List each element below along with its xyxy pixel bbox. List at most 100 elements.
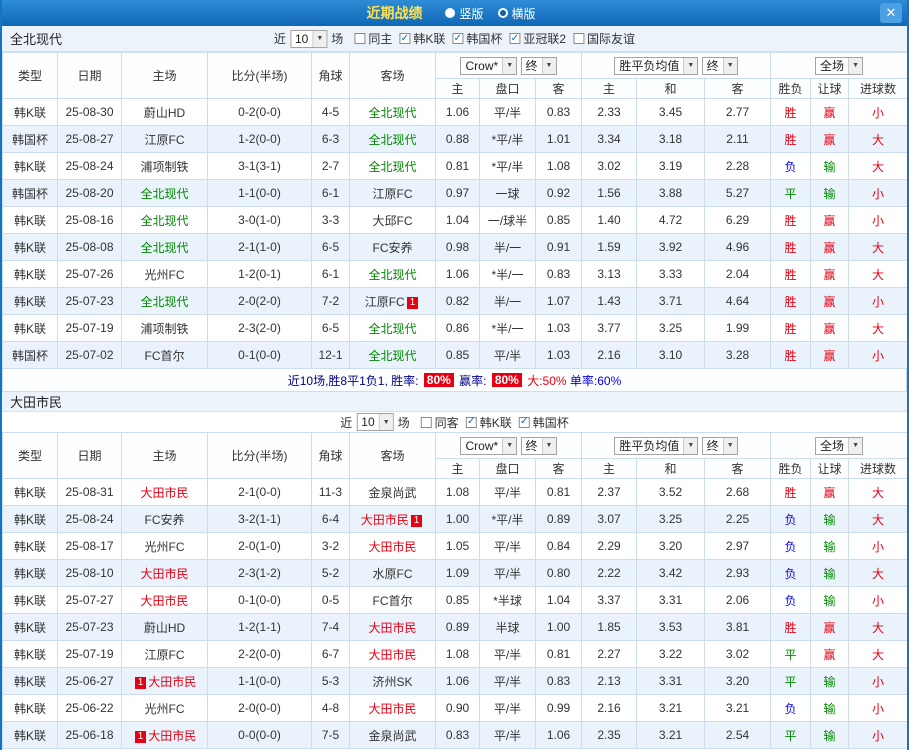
asian-home-odds-cell: 1.06	[435, 260, 480, 288]
filter-checkbox[interactable]: 国际友谊	[573, 30, 635, 47]
home-team-cell: 大田市民	[121, 586, 208, 614]
match-rows-jeonbuk: 韩K联 25-08-30 蔚山HD 0-2(0-0) 4-5 全北现代 1.06 平/半 0.8…	[2, 98, 907, 369]
result-goals-cell: 大	[848, 314, 907, 342]
filter-checkbox[interactable]: ✓ 韩K联	[399, 30, 445, 47]
away-team-name: 全北现代	[368, 132, 417, 147]
subheader-euro-away: 客	[703, 458, 772, 479]
league-type-cell: 韩K联	[2, 478, 58, 506]
filter-checkbox[interactable]: ✓ 韩K联	[465, 414, 512, 431]
col-header-away: 客场	[349, 432, 436, 479]
asian-stage-dropdown[interactable]: 终 ▼	[520, 56, 557, 75]
bookmaker-dropdown[interactable]: Crow* ▼	[460, 436, 518, 455]
subheader-asian-away: 客	[535, 78, 582, 99]
layout-radio-horizontal[interactable]: 横版	[497, 5, 536, 22]
col-header-home: 主场	[121, 432, 208, 479]
euro-home-odds-cell: 2.35	[581, 721, 637, 749]
asian-home-odds-cell: 0.90	[435, 694, 480, 722]
average-odds-dropdown[interactable]: 胜平负均值 ▼	[614, 436, 699, 455]
asian-home-odds-cell: 0.82	[435, 287, 480, 315]
asian-away-odds-cell: 1.03	[535, 341, 582, 369]
result-wdl-cell: 胜	[770, 314, 812, 342]
checkbox-box[interactable]: ✓	[509, 33, 521, 44]
scope-dropdown[interactable]: 全场 ▼	[815, 436, 864, 455]
euro-home-odds-cell: 2.16	[581, 341, 637, 369]
league-type-cell: 韩K联	[2, 314, 58, 342]
euro-draw-odds-cell: 3.33	[636, 260, 705, 288]
radio-icon[interactable]	[445, 8, 456, 18]
match-row: 韩K联 25-08-10 大田市民 2-3(1-2) 5-2 水原FC 1.09 平/半 0.8…	[2, 559, 907, 587]
filter-checkbox[interactable]: ✓ 韩国杯	[518, 414, 569, 431]
filter-checkbox[interactable]: 同主	[354, 30, 392, 47]
checkbox-box[interactable]: ✓	[399, 33, 411, 44]
match-date-cell: 25-07-19	[57, 640, 122, 668]
scope-dropdown[interactable]: 全场 ▼	[815, 56, 864, 75]
league-type-cell: 韩K联	[2, 260, 58, 288]
corners-cell: 11-3	[311, 478, 350, 506]
match-date-cell: 25-07-27	[57, 586, 122, 614]
checkbox-box[interactable]: ✓	[452, 33, 464, 44]
score-cell: 0-0(0-0)	[207, 721, 312, 749]
asian-odds-group-header: Crow* ▼ 终 ▼	[435, 432, 582, 459]
result-wdl-cell: 胜	[770, 260, 812, 288]
radio-icon[interactable]	[497, 8, 508, 18]
checkbox-box[interactable]	[420, 416, 432, 428]
filter-checkbox[interactable]: ✓ 亚冠联2	[509, 30, 566, 47]
chevron-down-icon: ▼	[378, 414, 393, 430]
checkbox-box[interactable]: ✓	[518, 416, 530, 428]
layout-radio-vertical[interactable]: 竖版	[445, 5, 484, 22]
home-team-cell: 大田市民	[121, 559, 208, 587]
home-team-name: 全北现代	[140, 240, 189, 255]
checkbox-box[interactable]	[354, 33, 366, 44]
league-type-cell: 韩K联	[2, 667, 58, 695]
result-wdl-cell: 负	[770, 694, 812, 722]
match-row: 韩K联 25-07-23 蔚山HD 1-2(1-1) 7-4 大田市民 0.89 半球 1.00…	[2, 613, 907, 641]
euro-stage-dropdown[interactable]: 终 ▼	[701, 56, 738, 75]
euro-away-odds-cell: 3.02	[703, 640, 772, 668]
average-odds-dropdown[interactable]: 胜平负均值 ▼	[614, 56, 699, 75]
summary-segment: 赢率:	[455, 373, 490, 388]
match-row: 韩国杯 25-08-20 全北现代 1-1(0-0) 6-1 江原FC 0.97 一球 0.92…	[2, 179, 907, 207]
euro-draw-odds-cell: 3.22	[636, 640, 705, 668]
checkbox-box[interactable]	[573, 33, 585, 44]
match-row: 韩K联 25-08-24 浦项制铁 3-1(3-1) 2-7 全北现代 0.81 *平/半 1.…	[2, 152, 907, 180]
filter-checkbox[interactable]: ✓ 韩国杯	[452, 30, 502, 47]
asian-away-odds-cell: 1.04	[535, 586, 582, 614]
euro-home-odds-cell: 3.34	[581, 125, 637, 153]
result-asian-cell: 赢	[810, 314, 850, 342]
match-row: 韩K联 25-07-23 全北现代 2-0(2-0) 7-2 江原FC 1 0.82 半/一 1.…	[2, 287, 907, 315]
summary-segment: 近10场,胜8平1负1, 胜率:	[287, 373, 422, 388]
summary-segment: 80%	[491, 373, 522, 387]
asian-away-odds-cell: 0.83	[535, 667, 582, 695]
asian-away-odds-cell: 1.00	[535, 613, 582, 641]
match-count-dropdown[interactable]: 10 ▼	[289, 29, 328, 48]
asian-home-odds-cell: 0.88	[435, 125, 480, 153]
asian-away-odds-cell: 0.80	[535, 559, 582, 587]
bookmaker-dropdown[interactable]: Crow* ▼	[460, 56, 518, 75]
euro-stage-dropdown[interactable]: 终 ▼	[701, 436, 738, 455]
euro-away-odds-cell: 2.25	[703, 505, 772, 533]
match-count-dropdown[interactable]: 10 ▼	[356, 413, 394, 431]
chevron-down-icon: ▼	[502, 437, 517, 454]
score-cell: 1-1(0-0)	[207, 667, 312, 695]
home-team-cell: 光州FC	[121, 532, 208, 560]
euro-home-odds-cell: 3.37	[581, 586, 637, 614]
subheader-asian-line: 盘口	[479, 458, 536, 479]
asian-line-cell: *半/一	[479, 260, 536, 288]
close-icon[interactable]: ✕	[880, 3, 902, 23]
asian-stage-dropdown[interactable]: 终 ▼	[520, 436, 557, 455]
euro-draw-odds-cell: 3.88	[636, 179, 705, 207]
away-team-cell: 济州SK	[349, 667, 436, 695]
checkbox-box[interactable]: ✓	[465, 416, 477, 428]
checkbox-label: 国际友谊	[587, 32, 636, 46]
match-rows-daejeon: 韩K联 25-08-31 大田市民 2-1(0-0) 11-3 金泉尚武 1.08 平/半 0.…	[2, 478, 907, 749]
filter-checkbox[interactable]: 同客	[420, 414, 459, 431]
euro-draw-odds-cell: 3.20	[636, 532, 705, 560]
away-team-name: 济州SK	[372, 674, 413, 689]
league-type-cell: 韩K联	[2, 505, 58, 533]
col-header-score: 比分(半场)	[207, 432, 312, 479]
euro-home-odds-cell: 3.77	[581, 314, 637, 342]
home-team-name: 蔚山HD	[143, 620, 186, 635]
result-goals-cell: 小	[848, 694, 907, 722]
away-team-cell: 水原FC	[349, 559, 436, 587]
match-row: 韩K联 25-08-24 FC安养 3-2(1-1) 6-4 大田市民 1 1.00 *平/半 0…	[2, 505, 907, 533]
